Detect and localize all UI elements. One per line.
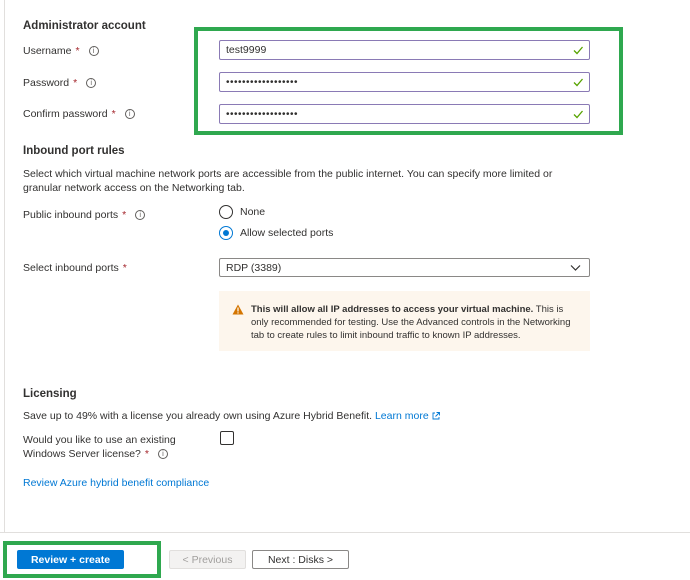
licensing-heading: Licensing <box>23 388 77 400</box>
info-icon[interactable]: i <box>124 109 135 119</box>
confirm-password-label-text: Confirm password <box>23 108 108 120</box>
radio-button[interactable] <box>219 226 233 240</box>
required-marker: * <box>122 209 127 221</box>
existing-license-checkbox[interactable] <box>220 431 234 445</box>
info-icon[interactable]: i <box>135 210 146 220</box>
warning-message: This will allow all IP addresses to acce… <box>219 291 590 351</box>
password-label: Password * i <box>23 77 97 89</box>
page-left-border <box>4 0 5 532</box>
radio-option-none[interactable]: None <box>219 205 265 219</box>
radio-label-allow-selected-ports: Allow selected ports <box>240 227 334 239</box>
existing-license-question-text: Windows Server license? <box>23 448 141 460</box>
external-link-icon <box>432 412 440 420</box>
footer-divider <box>0 532 690 533</box>
learn-more-link[interactable]: Learn more <box>375 410 440 422</box>
public-inbound-ports-label-text: Public inbound ports <box>23 209 119 221</box>
existing-license-question-line2: Windows Server license? * i <box>23 448 168 460</box>
select-inbound-ports-label-text: Select inbound ports <box>23 262 119 274</box>
select-inbound-ports-label: Select inbound ports * <box>23 262 127 274</box>
warning-icon <box>232 304 244 315</box>
radio-option-allow-selected-ports[interactable]: Allow selected ports <box>219 226 333 240</box>
required-marker: * <box>75 45 80 57</box>
select-inbound-ports-dropdown[interactable]: RDP (3389) <box>219 258 590 277</box>
username-label-text: Username <box>23 45 72 57</box>
select-inbound-ports-value: RDP (3389) <box>226 261 282 274</box>
warning-bold-text: This will allow all IP addresses to acce… <box>251 304 534 315</box>
inbound-port-rules-heading: Inbound port rules <box>23 145 125 157</box>
learn-more-text: Learn more <box>374 410 429 422</box>
next-disks-button[interactable]: Next : Disks > <box>252 550 349 569</box>
radio-button[interactable] <box>219 205 233 219</box>
info-icon[interactable]: i <box>157 449 168 459</box>
info-icon[interactable]: i <box>86 78 97 88</box>
chevron-down-icon <box>570 265 581 271</box>
admin-account-heading: Administrator account <box>23 20 146 32</box>
inbound-description: Select which virtual machine network por… <box>23 168 553 194</box>
required-marker: * <box>111 108 116 120</box>
password-label-text: Password <box>23 77 70 89</box>
public-inbound-ports-label: Public inbound ports * i <box>23 209 146 221</box>
required-marker: * <box>122 262 127 274</box>
review-hybrid-benefit-link[interactable]: Review Azure hybrid benefit compliance <box>23 477 209 489</box>
licensing-description-row: Save up to 49% with a license you alread… <box>23 409 593 423</box>
radio-label-none: None <box>240 206 266 218</box>
credentials-highlight-box <box>194 27 623 135</box>
previous-button[interactable]: < Previous <box>169 550 246 569</box>
info-icon[interactable]: i <box>88 46 99 56</box>
required-marker: * <box>73 77 78 89</box>
username-label: Username * i <box>23 45 99 57</box>
review-create-highlight-box <box>3 541 161 578</box>
confirm-password-label: Confirm password * i <box>23 108 135 120</box>
required-marker: * <box>144 448 149 460</box>
licensing-description: Save up to 49% with a license you alread… <box>23 410 373 422</box>
existing-license-question-line1: Would you like to use an existing <box>23 434 176 446</box>
